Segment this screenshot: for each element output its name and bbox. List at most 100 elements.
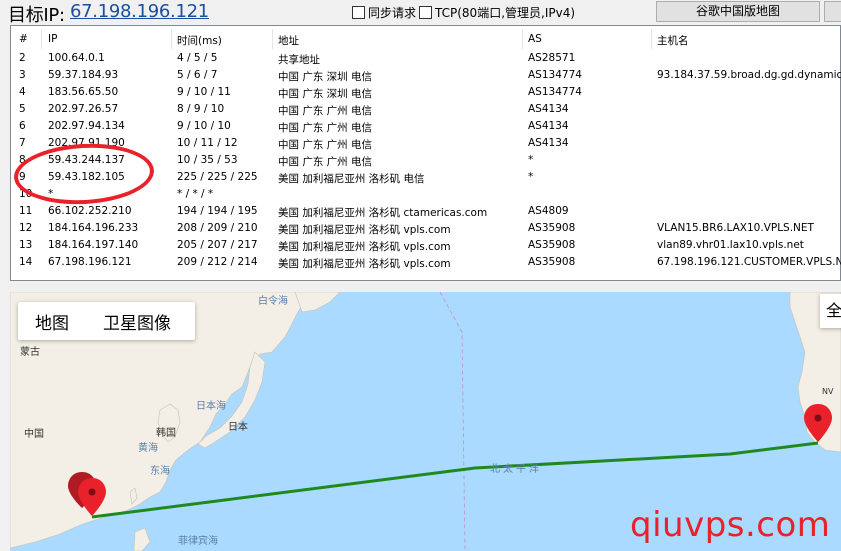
row-ip: 202.97.94.134 bbox=[48, 120, 125, 132]
row-index: 13 bbox=[19, 239, 33, 251]
header-divider bbox=[651, 29, 652, 49]
row-ip: 59.37.184.93 bbox=[48, 69, 119, 81]
row-ip: 67.198.196.121 bbox=[48, 256, 132, 268]
checkbox-box[interactable] bbox=[419, 6, 432, 19]
row-ip: 184.164.197.140 bbox=[48, 239, 139, 251]
table-row[interactable]: 6 202.97.94.134 9 / 10 / 10 中国 广东 广州 电信 AS41… bbox=[11, 119, 841, 136]
row-index: 11 bbox=[19, 205, 33, 217]
table-row[interactable]: 11 66.102.252.210 194 / 194 / 195 美国 加利福尼亚州… bbox=[11, 204, 841, 221]
target-label: 目标IP: bbox=[8, 5, 65, 26]
map-label-nv: NV bbox=[822, 387, 834, 396]
row-address: 共享地址 bbox=[278, 54, 320, 66]
table-row[interactable]: 2 100.64.0.1 4 / 5 / 5 共享地址 AS28571 bbox=[11, 51, 841, 68]
sync-request-checkbox[interactable]: 同步请求 bbox=[352, 4, 416, 21]
row-as: AS4134 bbox=[528, 137, 569, 149]
row-time: 205 / 207 / 217 bbox=[177, 239, 258, 251]
kamchatka-land bbox=[294, 292, 341, 313]
row-as: AS35908 bbox=[528, 222, 576, 234]
map-label-korea: 韩国 bbox=[156, 428, 176, 439]
row-index: 7 bbox=[19, 137, 26, 149]
row-as: AS4809 bbox=[528, 205, 569, 217]
tcp-checkbox[interactable]: TCP(80端口,管理员,IPv4) bbox=[419, 4, 575, 21]
map-label-sea-of-japan: 日本海 bbox=[196, 401, 226, 412]
table-row[interactable]: 12 184.164.196.233 208 / 209 / 210 美国 加利福尼亚… bbox=[11, 221, 841, 238]
header-divider bbox=[272, 29, 273, 49]
map-label-philippine-sea: 菲律宾海 bbox=[178, 536, 218, 547]
sync-request-label: 同步请求 bbox=[368, 6, 417, 20]
dateline bbox=[439, 292, 466, 551]
row-time: 208 / 209 / 210 bbox=[177, 222, 258, 234]
row-index: 5 bbox=[19, 103, 26, 115]
row-address: 美国 加利福尼亚州 洛杉矶 vpls.com bbox=[278, 258, 451, 270]
map-label-china: 中国 bbox=[24, 429, 44, 440]
extra-button[interactable] bbox=[824, 1, 841, 22]
header-divider bbox=[41, 29, 42, 49]
row-address: 美国 加利福尼亚州 洛杉矶 ctamericas.com bbox=[278, 207, 488, 219]
row-time: 10 / 35 / 53 bbox=[177, 154, 238, 166]
row-index: 4 bbox=[19, 86, 26, 98]
row-index: 6 bbox=[19, 120, 26, 132]
row-address: 中国 广东 深圳 电信 bbox=[278, 71, 373, 83]
col-header-address[interactable]: 地址 bbox=[278, 33, 299, 48]
row-time: 225 / 225 / 225 bbox=[177, 171, 258, 183]
row-time: 9 / 10 / 10 bbox=[177, 120, 231, 132]
row-index: 2 bbox=[19, 52, 26, 64]
row-ip: 202.97.26.57 bbox=[48, 103, 119, 115]
table-row[interactable]: 4 183.56.65.50 9 / 10 / 11 中国 广东 深圳 电信 AS134… bbox=[11, 85, 841, 102]
map-tab[interactable]: 地图 bbox=[35, 309, 69, 334]
tcp-label: TCP(80端口,管理员,IPv4) bbox=[435, 6, 576, 20]
col-header-time[interactable]: 时间(ms) bbox=[177, 33, 222, 48]
row-address: 中国 广东 广州 电信 bbox=[278, 139, 373, 151]
row-as: AS28571 bbox=[528, 52, 576, 64]
row-as: AS4134 bbox=[528, 120, 569, 132]
row-hostname: 93.184.37.59.broad.dg.gd.dynamic... bbox=[657, 69, 841, 81]
row-time: 8 / 9 / 10 bbox=[177, 103, 225, 115]
target-ip-link[interactable]: 67.198.196.121 bbox=[70, 1, 209, 22]
row-time: * / * / * bbox=[177, 188, 214, 200]
map-label-mongolia: 蒙古 bbox=[20, 347, 40, 358]
map-type-control: 地图 卫星图像 bbox=[18, 302, 195, 340]
map-label-japan: 日本 bbox=[228, 422, 248, 433]
row-as: AS35908 bbox=[528, 256, 576, 268]
checkbox-box[interactable] bbox=[352, 6, 365, 19]
table-row[interactable]: 13 184.164.197.140 205 / 207 / 217 美国 加利福尼亚… bbox=[11, 238, 841, 255]
row-index: 3 bbox=[19, 69, 26, 81]
row-ip: 184.164.196.233 bbox=[48, 222, 139, 234]
row-ip: 183.56.65.50 bbox=[48, 86, 119, 98]
row-address: 中国 广东 广州 电信 bbox=[278, 122, 373, 134]
row-address: 美国 加利福尼亚州 洛杉矶 vpls.com bbox=[278, 241, 451, 253]
header-divider bbox=[522, 29, 523, 49]
row-address: 中国 广东 广州 电信 bbox=[278, 156, 373, 168]
row-time: 9 / 10 / 11 bbox=[177, 86, 231, 98]
row-hostname: vlan89.vhr01.lax10.vpls.net bbox=[657, 239, 804, 251]
watermark-text: qiuvps.com bbox=[630, 505, 831, 545]
map-label-bering: 白令海 bbox=[258, 296, 288, 307]
map-label-east-sea: 东海 bbox=[150, 466, 170, 477]
row-as: AS134774 bbox=[528, 69, 582, 81]
row-time: 209 / 212 / 214 bbox=[177, 256, 258, 268]
table-row[interactable]: 5 202.97.26.57 8 / 9 / 10 中国 广东 广州 电信 AS4134 bbox=[11, 102, 841, 119]
row-as: * bbox=[528, 171, 534, 183]
satellite-tab[interactable]: 卫星图像 bbox=[103, 309, 171, 334]
row-time: 5 / 6 / 7 bbox=[177, 69, 218, 81]
row-as: * bbox=[528, 154, 534, 166]
row-hostname: VLAN15.BR6.LAX10.VPLS.NET bbox=[657, 222, 814, 234]
col-header-hostname[interactable]: 主机名 bbox=[657, 33, 689, 48]
row-hostname: 67.198.196.121.CUSTOMER.VPLS.NET bbox=[657, 256, 841, 268]
col-header-index[interactable]: # bbox=[19, 33, 28, 45]
row-as: AS134774 bbox=[528, 86, 582, 98]
table-row[interactable]: 3 59.37.184.93 5 / 6 / 7 中国 广东 深圳 电信 AS13477… bbox=[11, 68, 841, 85]
row-as: AS35908 bbox=[528, 239, 576, 251]
row-address: 中国 广东 深圳 电信 bbox=[278, 88, 373, 100]
table-row[interactable]: 14 67.198.196.121 209 / 212 / 214 美国 加利福尼亚州… bbox=[11, 255, 841, 272]
app-window: 目标IP: 67.198.196.121 同步请求 TCP(80端口,管理员,I… bbox=[0, 0, 841, 551]
fullscreen-button[interactable]: 全 bbox=[820, 294, 841, 328]
row-address: 美国 加利福尼亚州 洛杉矶 电信 bbox=[278, 173, 425, 185]
row-time: 194 / 194 / 195 bbox=[177, 205, 258, 217]
col-header-ip[interactable]: IP bbox=[48, 33, 57, 45]
header-divider bbox=[171, 29, 172, 49]
row-time: 10 / 11 / 12 bbox=[177, 137, 238, 149]
col-header-as[interactable]: AS bbox=[528, 33, 542, 45]
row-address: 美国 加利福尼亚州 洛杉矶 vpls.com bbox=[278, 224, 451, 236]
google-china-map-button[interactable]: 谷歌中国版地图 bbox=[656, 1, 820, 22]
